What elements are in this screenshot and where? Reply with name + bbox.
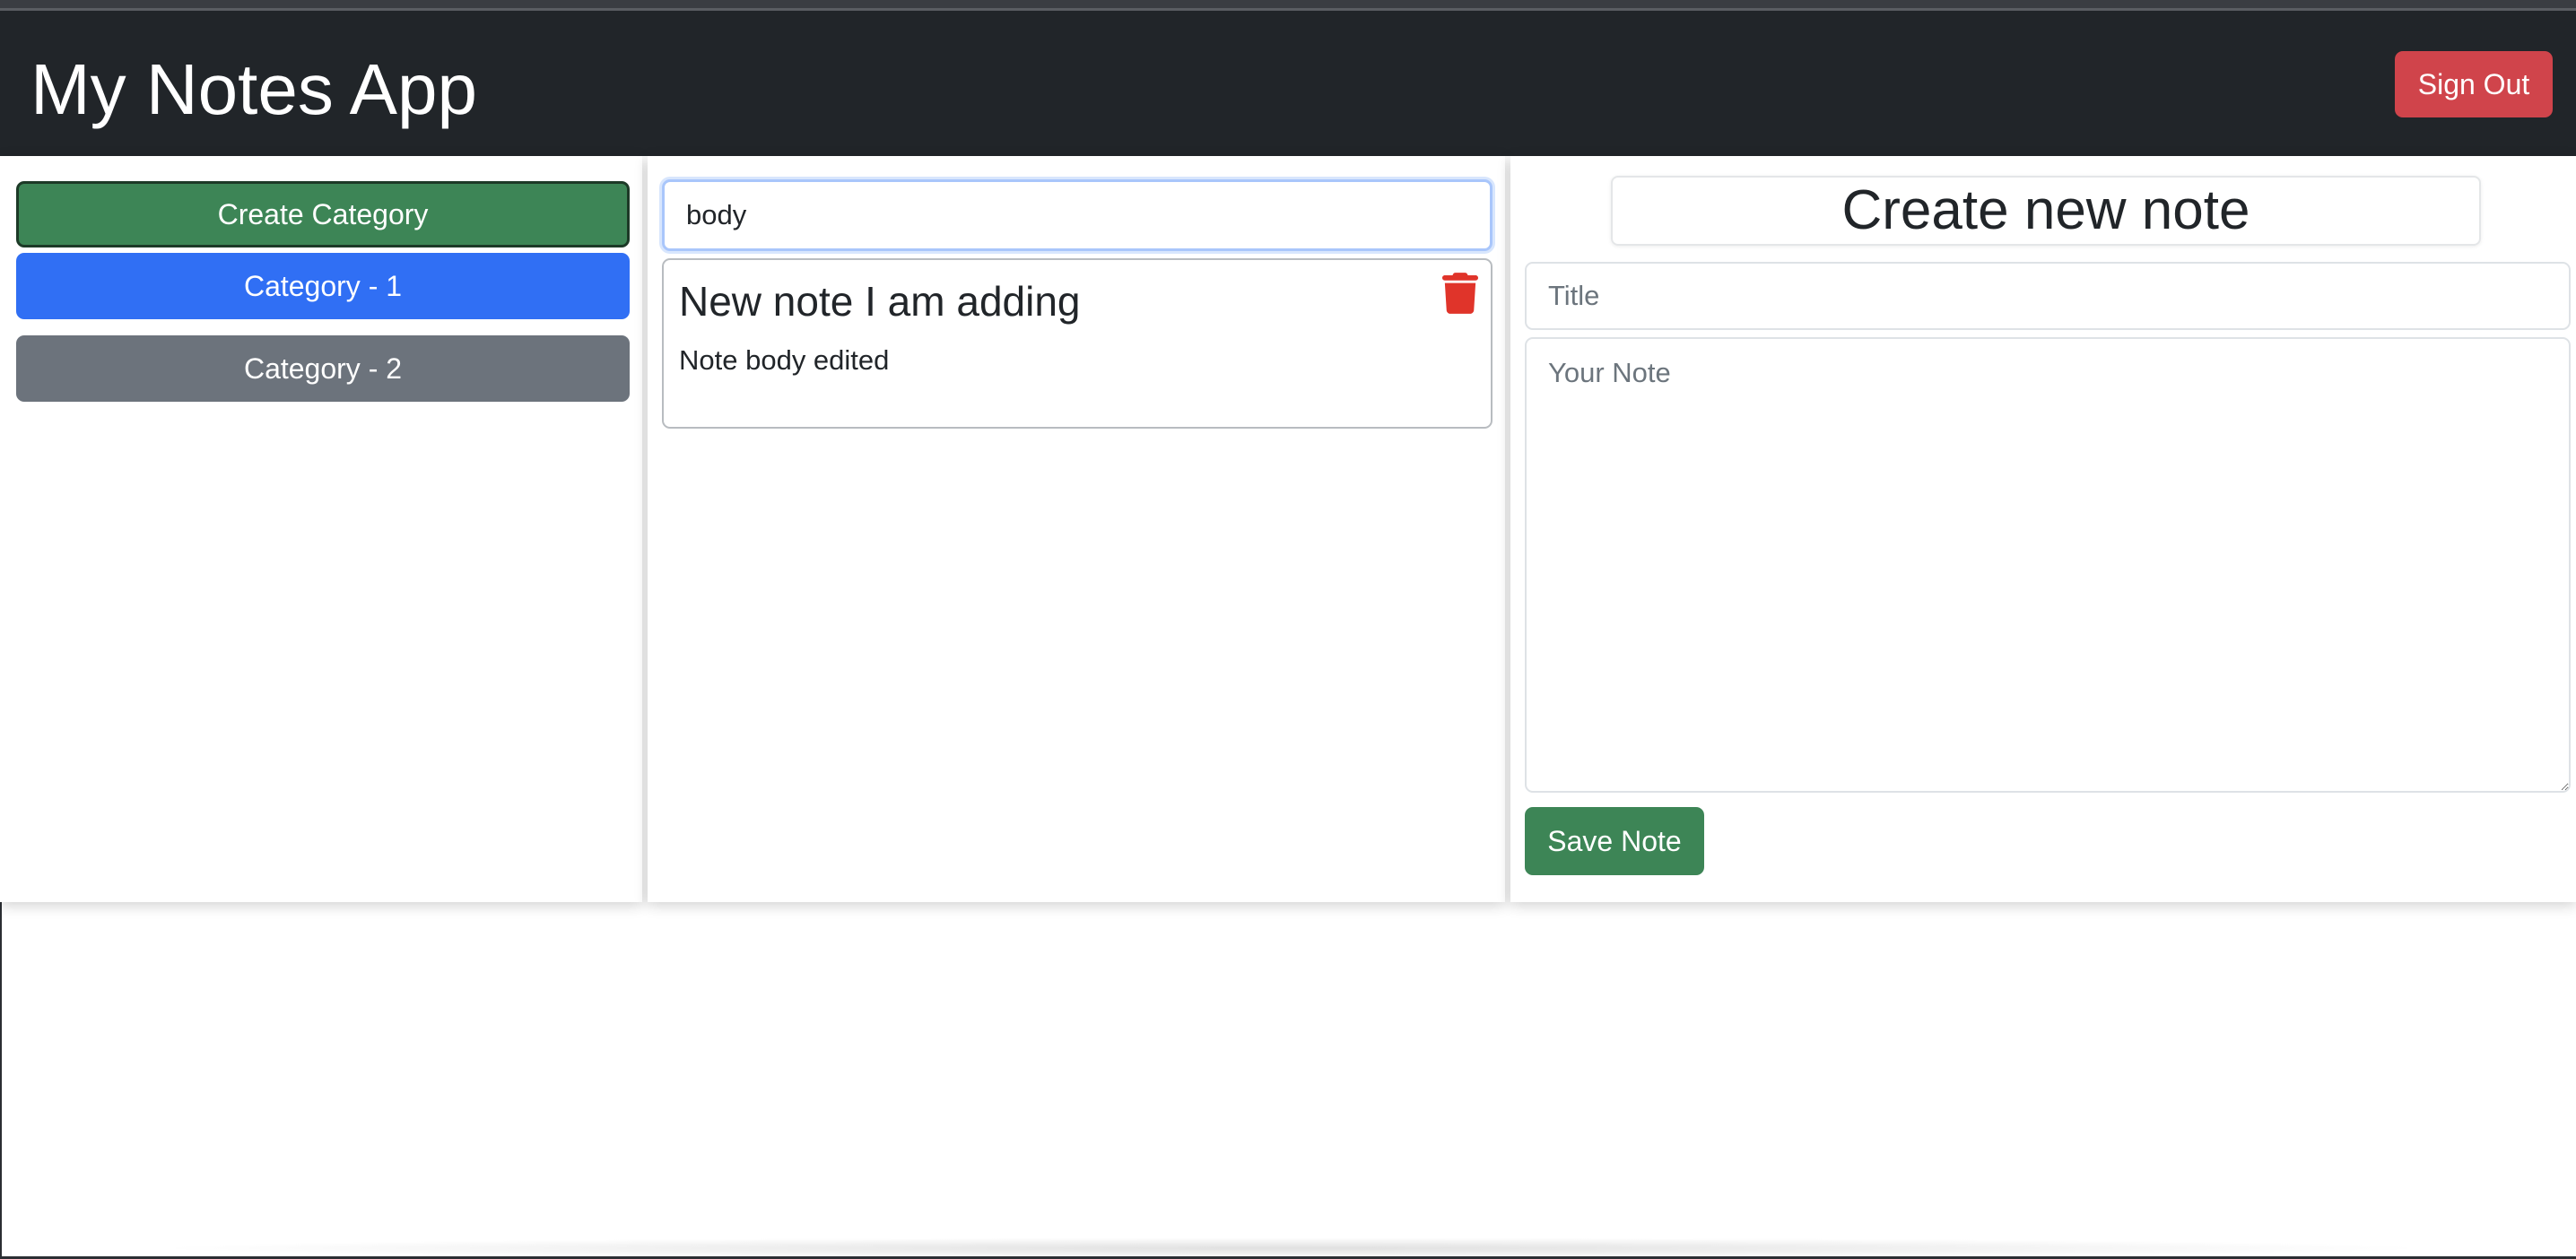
note-body: Note body edited xyxy=(679,344,890,376)
note-textarea[interactable] xyxy=(1525,337,2571,793)
notes-list-panel: New note I am adding Note body edited xyxy=(648,156,1505,902)
sign-out-button[interactable]: Sign Out xyxy=(2395,51,2553,117)
search-input[interactable] xyxy=(662,179,1493,251)
note-editor-panel: Create new note Save Note xyxy=(1510,156,2576,902)
editor-heading: Create new note xyxy=(1611,176,2481,246)
categories-panel: Create Category Category - 1 Category - … xyxy=(0,156,642,902)
save-note-button[interactable]: Save Note xyxy=(1525,807,1704,875)
create-category-button[interactable]: Create Category xyxy=(16,181,630,247)
category-item-1[interactable]: Category - 1 xyxy=(16,253,630,319)
title-input[interactable] xyxy=(1525,262,2571,330)
navbar: My Notes App Sign Out xyxy=(0,11,2576,156)
browser-top-strip xyxy=(0,0,2576,11)
trash-icon[interactable] xyxy=(1442,273,1478,314)
note-card[interactable]: New note I am adding Note body edited xyxy=(662,258,1493,429)
app-title: My Notes App xyxy=(30,49,478,129)
category-item-2[interactable]: Category - 2 xyxy=(16,335,630,402)
note-title: New note I am adding xyxy=(679,278,1081,325)
